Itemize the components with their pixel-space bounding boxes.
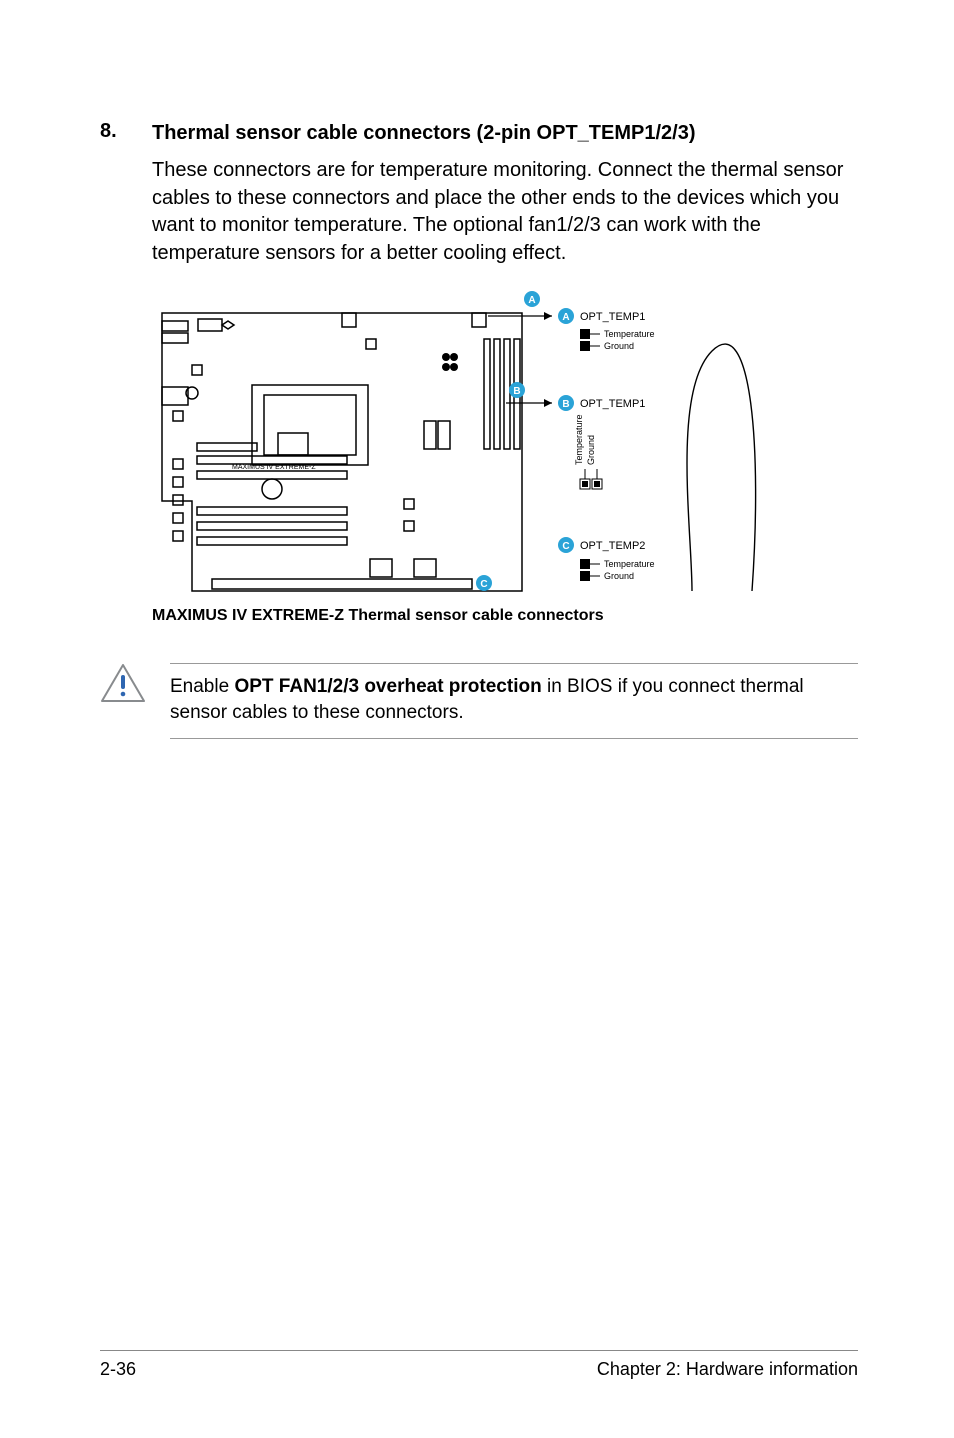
footer: 2-36 Chapter 2: Hardware information [0,1350,954,1380]
connector-a-pin2: Ground [604,341,634,351]
connector-badge-c: C [562,541,569,552]
board-name-text: MAXIMUS IV EXTREME-Z [232,464,316,471]
connector-a-pin1: Temperature [604,329,655,339]
section-heading: Thermal sensor cable connectors (2-pin O… [152,120,858,147]
footer-right: Chapter 2: Hardware information [597,1359,858,1380]
footer-left: 2-36 [100,1359,136,1380]
figure: MAXIMUS IV EXTREME-Z A B [152,291,858,625]
badge-c-on-board: C [476,575,492,591]
connector-b-pin1: Temperature [574,415,584,466]
footer-line: 2-36 Chapter 2: Hardware information [100,1350,858,1380]
thermistor-cable-icon [687,344,756,591]
svg-text:A: A [528,295,535,306]
page: 8. Thermal sensor cable connectors (2-pi… [0,0,954,739]
caution-icon [100,663,146,703]
connector-name-b: OPT_TEMP1 [580,398,645,410]
content-col: Thermal sensor cable connectors (2-pin O… [152,120,858,633]
note-prefix: Enable [170,676,234,697]
connector-c-pin1: Temperature [604,559,655,569]
connector-c-callout: C OPT_TEMP2 Temperature Ground [558,537,655,581]
note-bold: OPT FAN1/2/3 overheat protection [234,676,541,697]
board-diagram: MAXIMUS IV EXTREME-Z A B [152,291,772,601]
figure-caption: MAXIMUS IV EXTREME-Z Thermal sensor cabl… [152,607,858,625]
section-number-col: 8. [100,120,124,633]
section: 8. Thermal sensor cable connectors (2-pi… [100,120,858,633]
svg-text:C: C [480,579,487,590]
badge-a-on-board: A [488,291,552,320]
note-text: Enable OPT FAN1/2/3 overheat protection … [170,663,858,738]
badge-b-on-board: B [506,382,552,407]
connector-b-pin2: Ground [586,435,596,465]
section-number: 8. [100,120,124,143]
connector-b-callout: B OPT_TEMP1 Temperature Ground [558,395,645,489]
connector-a-callout: A OPT_TEMP1 Temperature Ground [558,308,655,351]
connector-badge-b: B [562,399,569,410]
svg-text:B: B [513,386,520,397]
connector-c-pin2: Ground [604,571,634,581]
section-body: These connectors are for temperature mon… [152,157,858,267]
note: Enable OPT FAN1/2/3 overheat protection … [100,663,858,738]
connector-name-a: OPT_TEMP1 [580,311,645,323]
connector-badge-a: A [562,312,569,323]
connector-name-c: OPT_TEMP2 [580,540,645,552]
